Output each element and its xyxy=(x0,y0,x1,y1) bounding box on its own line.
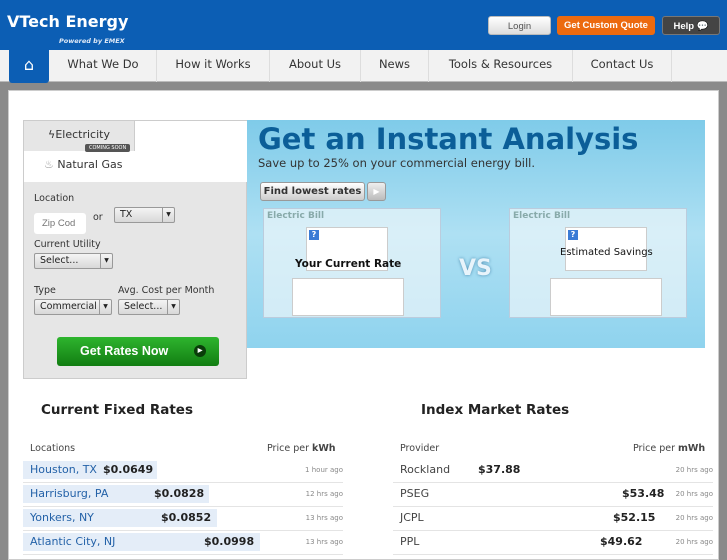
provider-name: JCPL xyxy=(400,511,424,524)
index-rate-row[interactable]: PSEG $53.48 20 hrs ago xyxy=(393,483,713,507)
header: VTech Energy Powered by EMEX Login Get C… xyxy=(0,0,727,50)
unit-label: mWh xyxy=(678,443,706,454)
index-rate-row[interactable]: Rockland $37.88 20 hrs ago xyxy=(393,459,713,483)
nav-contact-us[interactable]: Contact Us xyxy=(573,50,672,82)
price-mwh-header: Price per mWh xyxy=(633,443,705,454)
price-per-label: Price per xyxy=(267,443,312,454)
chevron-down-icon: ▼ xyxy=(167,300,179,314)
main-nav: ⌂ What We Do How it Works About Us News … xyxy=(0,50,727,83)
powered-by: Powered by EMEX xyxy=(59,37,125,45)
utility-select[interactable]: Select... ▼ xyxy=(34,253,113,269)
rate-price: $52.15 xyxy=(613,511,656,524)
estimated-savings-label: Estimated Savings xyxy=(560,247,653,258)
vs-label: VS xyxy=(459,256,492,281)
rate-form: ϟElectricity ♨ Natural Gas COMING SOON L… xyxy=(23,120,247,379)
brand-logo[interactable]: VTech Energy xyxy=(7,12,128,31)
provider-name: Rockland xyxy=(400,463,451,476)
rate-price: $0.0998 xyxy=(204,535,255,548)
rate-updated: 20 hrs ago xyxy=(675,514,713,522)
location-label: Location xyxy=(34,193,75,204)
chevron-down-icon: ▼ xyxy=(100,254,112,268)
rate-updated: 13 hrs ago xyxy=(305,514,343,522)
rate-updated: 20 hrs ago xyxy=(675,466,713,474)
help-button[interactable]: Help 💬 xyxy=(662,16,720,35)
provider-name: PPL xyxy=(400,535,420,548)
provider-header: Provider xyxy=(400,443,440,454)
rate-price: $53.48 xyxy=(622,487,665,500)
provider-name: PSEG xyxy=(400,487,430,500)
rate-price: $49.62 xyxy=(600,535,643,548)
utility-label: Current Utility xyxy=(34,239,101,250)
chevron-down-icon: ▼ xyxy=(162,208,174,222)
help-icon[interactable]: ? xyxy=(309,230,319,240)
location-link[interactable]: Yonkers, NY xyxy=(30,511,94,524)
unit-label: kWh xyxy=(312,443,336,454)
index-rate-row[interactable]: JCPL $52.15 20 hrs ago xyxy=(393,507,713,531)
current-rate-box xyxy=(292,278,404,316)
type-select[interactable]: Commercial ▼ xyxy=(34,299,112,315)
rate-updated: 12 hrs ago xyxy=(305,490,343,498)
play-icon: ▶ xyxy=(194,345,206,357)
get-rates-label: Get Rates Now xyxy=(80,344,169,358)
bill-title: Electric Bill xyxy=(267,211,325,221)
login-button[interactable]: Login xyxy=(488,16,551,35)
tab-gas-label: Natural Gas xyxy=(57,158,123,171)
rate-price: $0.0649 xyxy=(103,463,154,476)
cost-value: Select... xyxy=(124,301,163,312)
flame-icon: ♨ xyxy=(44,158,54,171)
tab-electricity-label: Electricity xyxy=(55,128,110,141)
nav-about-us[interactable]: About Us xyxy=(270,50,361,82)
zip-code-input[interactable] xyxy=(34,213,86,234)
type-value: Commercial xyxy=(40,301,97,312)
fixed-rates-title: Current Fixed Rates xyxy=(41,402,193,418)
tab-natural-gas[interactable]: ♨ Natural Gas xyxy=(24,151,247,182)
utility-value: Select... xyxy=(40,255,79,266)
home-icon: ⌂ xyxy=(23,55,35,74)
cost-select[interactable]: Select... ▼ xyxy=(118,299,180,315)
index-rate-row[interactable]: PPL $49.62 20 hrs ago xyxy=(393,531,713,555)
fixed-rate-row[interactable]: Harrisburg, PA $0.0828 12 hrs ago xyxy=(23,483,343,507)
coming-soon-badge: COMING SOON xyxy=(85,144,131,152)
help-label: Help xyxy=(673,21,695,32)
price-kwh-header: Price per kWh xyxy=(267,443,336,454)
fixed-rate-row[interactable]: Atlantic City, NJ $0.0998 13 hrs ago xyxy=(23,531,343,555)
state-select[interactable]: TX ▼ xyxy=(114,207,175,223)
rate-updated: 20 hrs ago xyxy=(675,490,713,498)
nav-tools-resources[interactable]: Tools & Resources xyxy=(429,50,573,82)
bill-title: Electric Bill xyxy=(513,211,571,221)
savings-box xyxy=(550,278,662,316)
find-lowest-rates-button[interactable]: Find lowest rates xyxy=(260,182,365,201)
custom-quote-button[interactable]: Get Custom Quote xyxy=(557,16,655,35)
banner-subtitle: Save up to 25% on your commercial energy… xyxy=(258,156,536,170)
banner-title: Get an Instant Analysis xyxy=(258,122,639,156)
location-link[interactable]: Atlantic City, NJ xyxy=(30,535,115,548)
rate-price: $0.0828 xyxy=(154,487,205,500)
nav-how-it-works[interactable]: How it Works xyxy=(157,50,270,82)
chat-bubble-icon: 💬 xyxy=(696,21,709,32)
index-rates-title: Index Market Rates xyxy=(421,402,570,418)
location-link[interactable]: Harrisburg, PA xyxy=(30,487,108,500)
nav-what-we-do[interactable]: What We Do xyxy=(50,50,157,82)
price-per-label: Price per xyxy=(633,443,678,454)
fixed-rate-row[interactable]: Houston, TX $0.0649 1 hour ago xyxy=(23,459,343,483)
nav-news[interactable]: News xyxy=(361,50,429,82)
or-label: or xyxy=(93,212,103,223)
state-value: TX xyxy=(120,209,133,220)
locations-header: Locations xyxy=(30,443,76,454)
get-rates-button[interactable]: Get Rates Now ▶ xyxy=(57,337,219,366)
tab-spacer xyxy=(135,121,247,151)
rate-price: $37.88 xyxy=(478,463,521,476)
rate-price: $0.0852 xyxy=(161,511,212,524)
analysis-banner: Get an Instant Analysis Save up to 25% o… xyxy=(247,120,705,348)
home-button[interactable]: ⌂ xyxy=(9,50,49,83)
current-rate-label: Your Current Rate xyxy=(295,258,402,270)
location-link[interactable]: Houston, TX xyxy=(30,463,97,476)
play-icon[interactable]: ▶ xyxy=(367,182,386,201)
cost-label: Avg. Cost per Month xyxy=(118,285,215,296)
rate-updated: 1 hour ago xyxy=(305,466,343,474)
help-icon[interactable]: ? xyxy=(568,230,578,240)
fixed-rate-row[interactable]: Yonkers, NY $0.0852 13 hrs ago xyxy=(23,507,343,531)
type-label: Type xyxy=(34,285,56,296)
chevron-down-icon: ▼ xyxy=(99,300,111,314)
